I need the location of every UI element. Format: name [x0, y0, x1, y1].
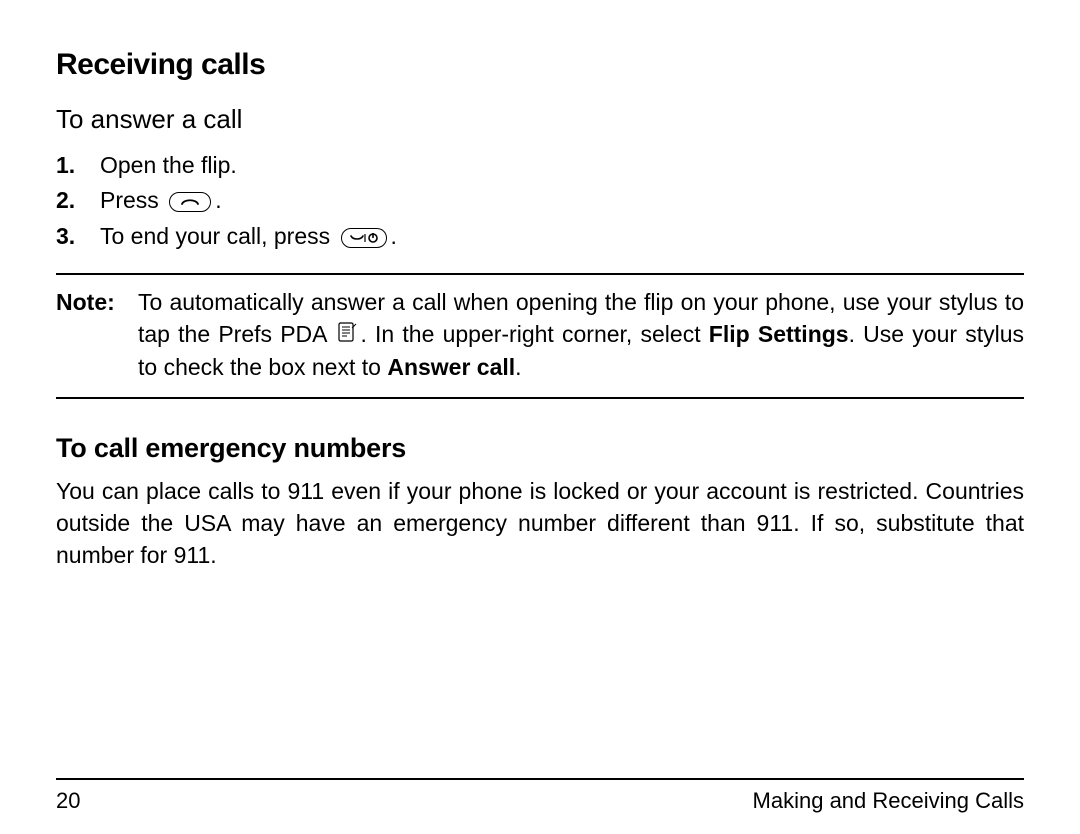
- step-text-pre: Press: [100, 187, 165, 213]
- note-seg2: . In the upper-right corner, select: [360, 321, 708, 347]
- heading-emergency: To call emergency numbers: [56, 433, 1024, 464]
- step-number: 3.: [56, 220, 100, 253]
- note-block: Note: To automatically answer a call whe…: [56, 273, 1024, 399]
- step-text-pre: To end your call, press: [100, 223, 337, 249]
- step-2: 2. Press .: [56, 184, 1024, 217]
- call-key-icon: [169, 192, 211, 212]
- note-bold-flip-settings: Flip Settings: [709, 321, 849, 347]
- subheading-to-answer: To answer a call: [56, 104, 1024, 135]
- page-number: 20: [56, 788, 80, 814]
- heading-receiving-calls: Receiving calls: [56, 48, 1024, 82]
- step-text: Open the flip.: [100, 149, 237, 182]
- step-1: 1. Open the flip.: [56, 149, 1024, 182]
- note-seg4: .: [515, 354, 521, 380]
- end-power-key-icon: [341, 228, 387, 248]
- note-label: Note:: [56, 287, 138, 383]
- step-3: 3. To end your call, press .: [56, 220, 1024, 253]
- step-number: 2.: [56, 184, 100, 217]
- note-body: To automatically answer a call when open…: [138, 287, 1024, 383]
- note-bold-answer-call: Answer call: [387, 354, 515, 380]
- prefs-pda-icon: [336, 320, 358, 352]
- section-title: Making and Receiving Calls: [753, 788, 1024, 814]
- step-text-post: .: [391, 223, 397, 249]
- emergency-body: You can place calls to 911 even if your …: [56, 476, 1024, 571]
- steps-list: 1. Open the flip. 2. Press . 3. To end y…: [56, 149, 1024, 255]
- page-footer: 20 Making and Receiving Calls: [56, 778, 1024, 834]
- step-text-post: .: [215, 187, 221, 213]
- step-number: 1.: [56, 149, 100, 182]
